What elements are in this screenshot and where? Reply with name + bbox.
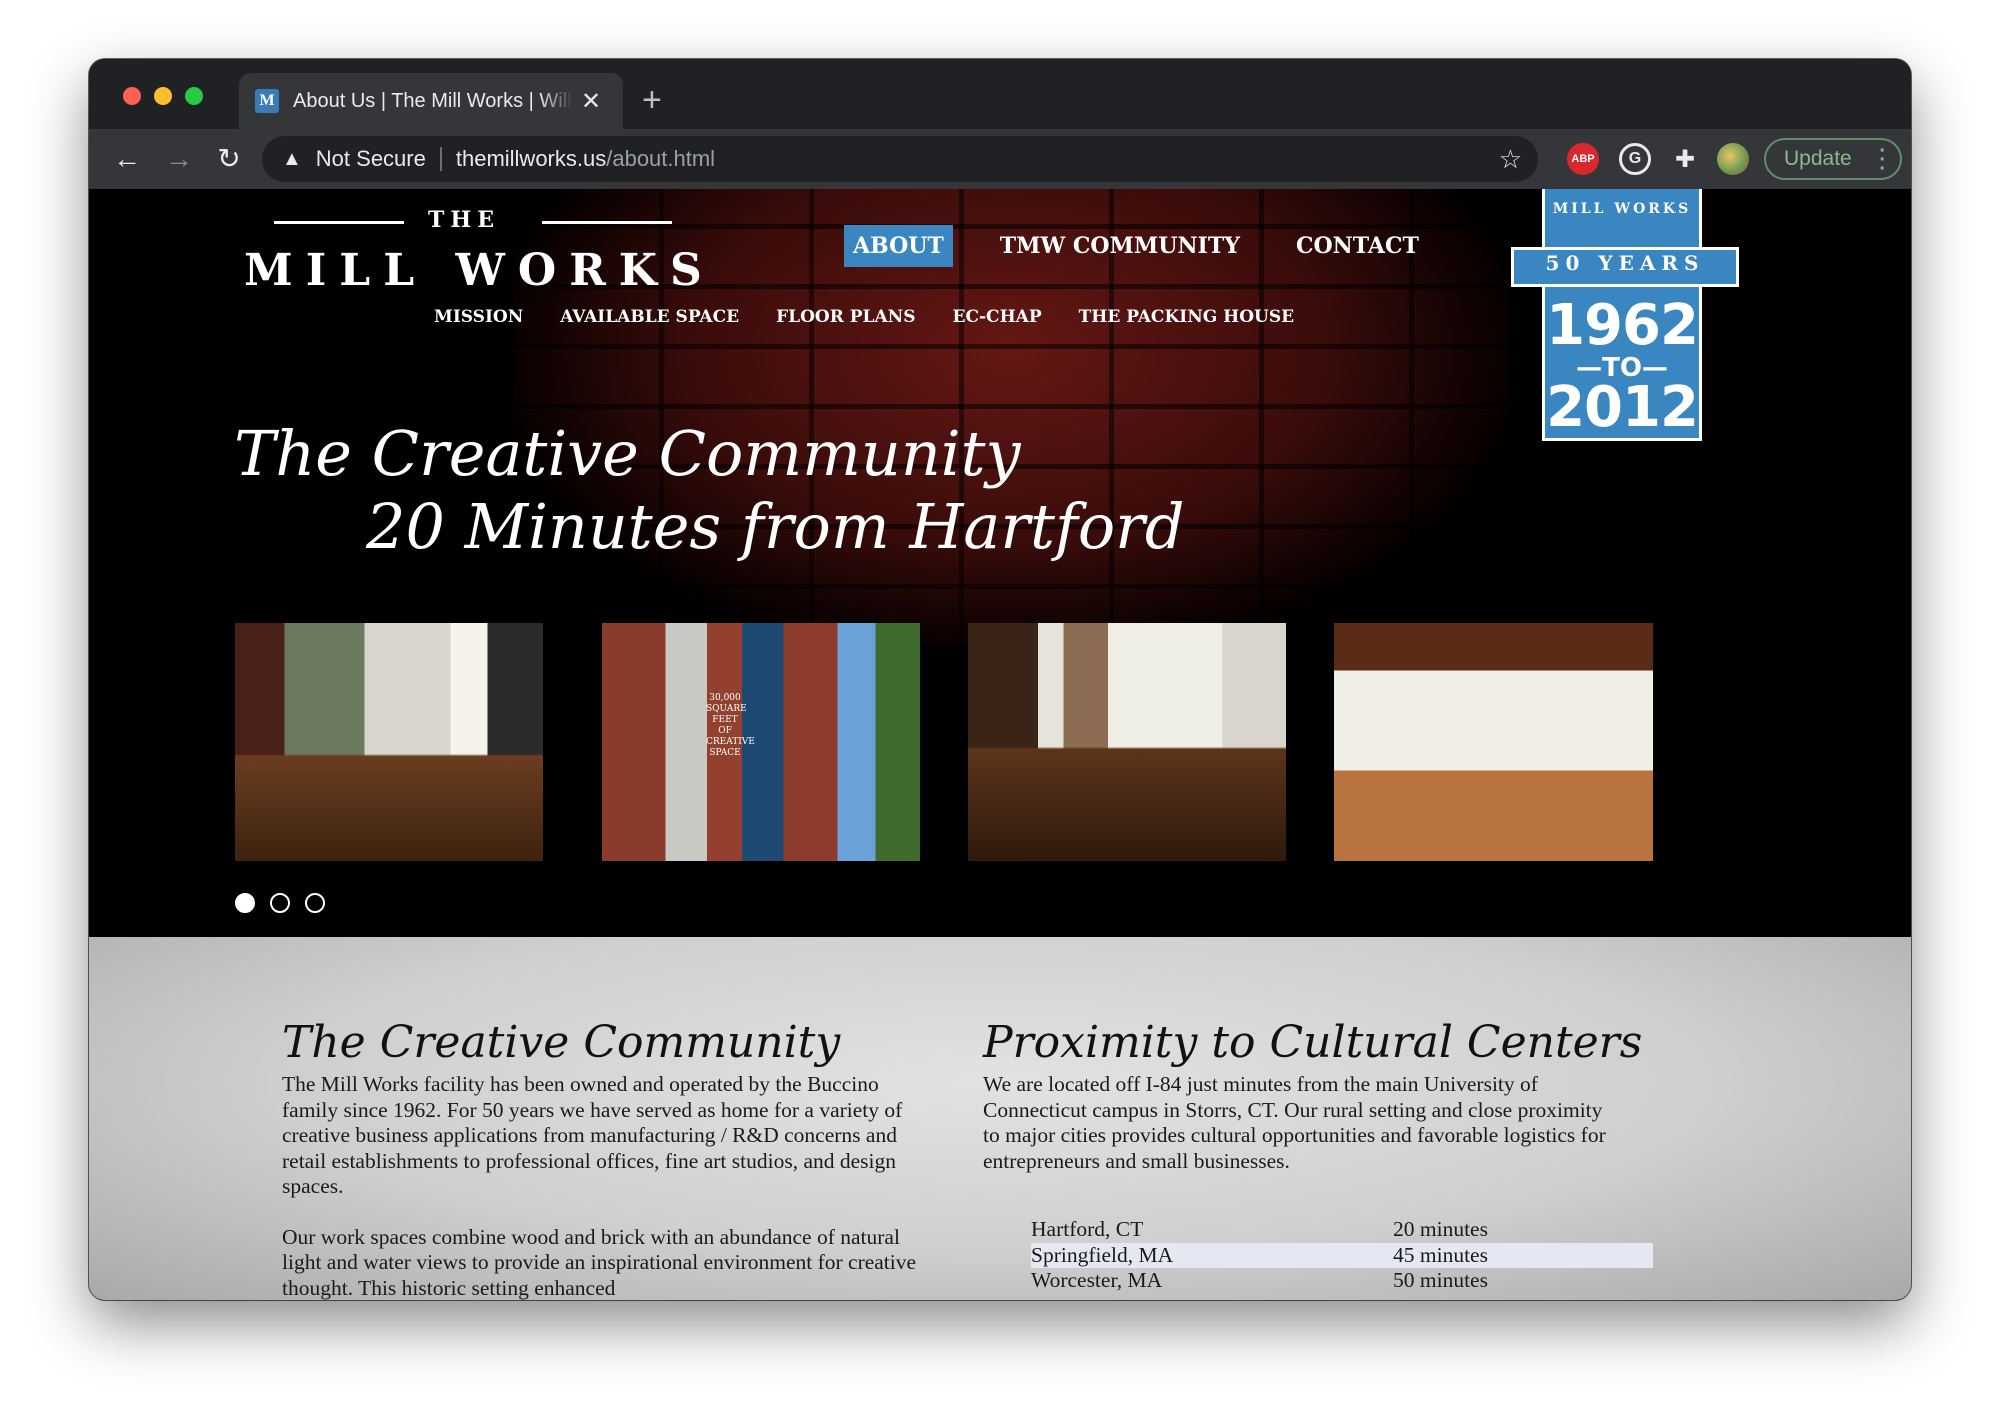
badge-top-text: MILL WORKS bbox=[1552, 201, 1692, 217]
adblock-extension-icon[interactable]: ABP bbox=[1567, 143, 1599, 175]
bookmark-star-icon[interactable]: ☆ bbox=[1499, 144, 1522, 175]
address-bar[interactable]: ▲ Not Secure themillworks.us/about.html … bbox=[262, 136, 1538, 182]
proximity-column: Proximity to Cultural Centers We are loc… bbox=[983, 1017, 1643, 1199]
subnav-floor-plans[interactable]: FLOOR PLANS bbox=[776, 307, 915, 327]
sub-nav: MISSION AVAILABLE SPACE FLOOR PLANS EC-C… bbox=[434, 307, 1331, 327]
hero-section: THE MILL WORKS ABOUT TMW COMMUNITY CONTA… bbox=[89, 189, 1911, 937]
table-row: Springfield, MA 45 minutes bbox=[1031, 1242, 1653, 1268]
tab-strip: M About Us | The Mill Works | Willington… bbox=[89, 59, 1911, 129]
subnav-packing-house[interactable]: THE PACKING HOUSE bbox=[1079, 307, 1295, 327]
distance-time: 45 minutes bbox=[1393, 1242, 1488, 1267]
banner-sign: 30,000 SQUARE FEET OF CREATIVE SPACE bbox=[706, 693, 755, 758]
proximity-p1: We are located off I-84 just minutes fro… bbox=[983, 1072, 1606, 1173]
distance-city: Springfield, MA bbox=[1031, 1242, 1174, 1267]
badge-year-start: 1962 bbox=[1546, 293, 1699, 358]
grammarly-extension-icon[interactable]: G bbox=[1619, 143, 1651, 175]
creative-community-p1: The Mill Works facility has been owned a… bbox=[282, 1072, 903, 1198]
tab-title: About Us | The Mill Works | Willington, … bbox=[293, 89, 573, 112]
table-row: Hartford, CT 20 minutes bbox=[1031, 1217, 1653, 1243]
table-row: Worcester, MA 50 minutes bbox=[1031, 1268, 1653, 1294]
maximize-window-button[interactable] bbox=[185, 87, 203, 105]
forward-arrow-icon[interactable]: → bbox=[159, 139, 199, 179]
slider-photo-3[interactable] bbox=[968, 623, 1286, 861]
subnav-available-space[interactable]: AVAILABLE SPACE bbox=[560, 307, 739, 327]
slider-photo-4[interactable] bbox=[1334, 623, 1653, 861]
subnav-ec-chap[interactable]: EC-CHAP bbox=[953, 307, 1042, 327]
slider-pagination bbox=[235, 893, 340, 913]
hero-headline-line2: 20 Minutes from Hartford bbox=[366, 490, 1185, 563]
nav-contact[interactable]: CONTACT bbox=[1287, 225, 1428, 267]
slider-dot-2[interactable] bbox=[270, 893, 290, 913]
web-page: THE MILL WORKS ABOUT TMW COMMUNITY CONTA… bbox=[89, 189, 1911, 1300]
slider-photo-1[interactable] bbox=[235, 623, 543, 861]
favicon-icon: M bbox=[255, 89, 279, 113]
main-nav: ABOUT TMW COMMUNITY CONTACT bbox=[844, 225, 1466, 267]
close-window-button[interactable] bbox=[123, 87, 141, 105]
url-host: themillworks.us bbox=[455, 146, 607, 171]
menu-dots-icon[interactable]: · · · bbox=[1879, 141, 1886, 179]
close-tab-icon[interactable]: ✕ bbox=[581, 87, 601, 116]
omnibox-separator bbox=[439, 147, 442, 171]
content-section: The Creative Community The Mill Works fa… bbox=[89, 937, 1911, 1300]
update-label: Update bbox=[1784, 147, 1852, 170]
hero-headline-line1: The Creative Community bbox=[234, 417, 1021, 490]
warning-icon: ▲ bbox=[282, 147, 302, 170]
slider-dot-1[interactable] bbox=[235, 893, 255, 913]
profile-avatar[interactable] bbox=[1717, 143, 1749, 175]
nav-about[interactable]: ABOUT bbox=[844, 225, 953, 267]
reload-icon[interactable]: ↻ bbox=[209, 139, 249, 179]
proximity-heading: Proximity to Cultural Centers bbox=[983, 1017, 1643, 1068]
minimize-window-button[interactable] bbox=[154, 87, 172, 105]
distance-time: 50 minutes bbox=[1393, 1268, 1488, 1293]
site-logo[interactable]: THE MILL WORKS bbox=[244, 207, 702, 307]
badge-year-end: 2012 bbox=[1546, 375, 1699, 440]
update-button[interactable]: Update · · · bbox=[1764, 138, 1902, 180]
logo-name: MILL WORKS bbox=[244, 245, 715, 296]
slider-dot-3[interactable] bbox=[305, 893, 325, 913]
browser-tab[interactable]: M About Us | The Mill Works | Willington… bbox=[239, 73, 623, 129]
badge-ribbon-text: 50 YEARS bbox=[1545, 251, 1705, 275]
distance-city: Worcester, MA bbox=[1031, 1268, 1163, 1293]
browser-toolbar: ← → ↻ ▲ Not Secure themillworks.us/about… bbox=[89, 129, 1911, 189]
anniversary-badge: MILL WORKS 50 YEARS 1962 —TO— 2012 bbox=[1499, 189, 1751, 441]
url-path: /about.html bbox=[606, 146, 716, 171]
subnav-mission[interactable]: MISSION bbox=[434, 307, 523, 327]
creative-community-p2: Our work spaces combine wood and brick w… bbox=[282, 1224, 917, 1300]
creative-community-column: The Creative Community The Mill Works fa… bbox=[282, 1017, 922, 1300]
back-arrow-icon[interactable]: ← bbox=[107, 139, 147, 179]
browser-window: M About Us | The Mill Works | Willington… bbox=[89, 59, 1911, 1300]
distance-city: Hartford, CT bbox=[1031, 1217, 1144, 1242]
distance-table: Hartford, CT 20 minutes Springfield, MA … bbox=[1031, 1217, 1653, 1294]
new-tab-button[interactable]: + bbox=[642, 81, 662, 120]
nav-tmw-community[interactable]: TMW COMMUNITY bbox=[991, 225, 1249, 267]
distance-time: 20 minutes bbox=[1393, 1217, 1488, 1242]
extensions-puzzle-icon[interactable]: ✚ bbox=[1669, 143, 1701, 175]
slider-photo-2[interactable]: 30,000 SQUARE FEET OF CREATIVE SPACE bbox=[602, 623, 920, 861]
logo-the: THE bbox=[428, 207, 500, 233]
security-label[interactable]: Not Secure bbox=[316, 146, 426, 172]
creative-community-heading: The Creative Community bbox=[282, 1017, 841, 1068]
